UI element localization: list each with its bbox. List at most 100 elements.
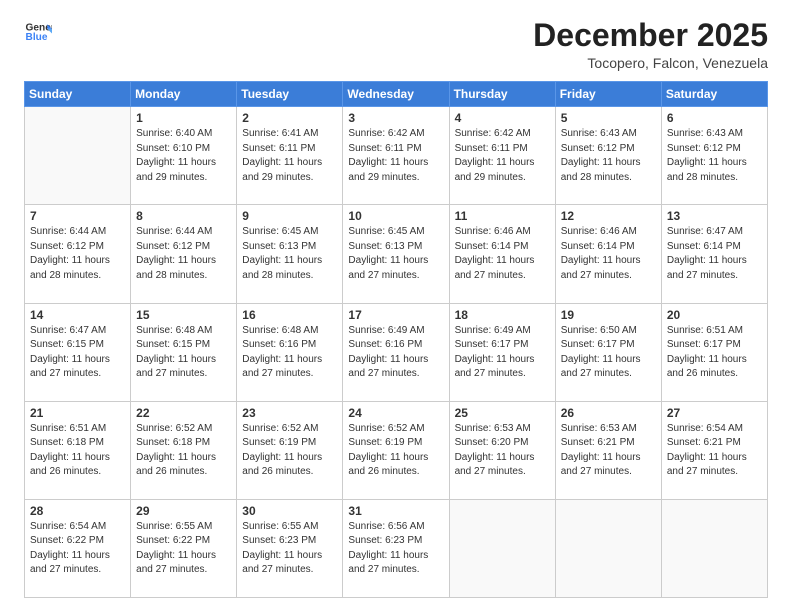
day-number: 2	[242, 111, 337, 125]
day-info: Sunrise: 6:46 AMSunset: 6:14 PMDaylight:…	[455, 225, 550, 283]
day-number: 13	[667, 209, 762, 223]
calendar-cell	[555, 499, 661, 597]
calendar-cell	[25, 107, 131, 205]
calendar-cell: 9 Sunrise: 6:45 AMSunset: 6:13 PMDaylight…	[237, 205, 343, 303]
day-number: 23	[242, 406, 337, 420]
calendar-cell: 6 Sunrise: 6:43 AMSunset: 6:12 PMDaylight…	[661, 107, 767, 205]
day-number: 6	[667, 111, 762, 125]
logo-icon: General Blue	[24, 18, 52, 46]
calendar-cell: 15 Sunrise: 6:48 AMSunset: 6:15 PMDayligh…	[131, 303, 237, 401]
day-info: Sunrise: 6:42 AMSunset: 6:11 PMDaylight:…	[455, 127, 550, 185]
month-title: December 2025	[533, 18, 768, 53]
title-block: December 2025 Tocopero, Falcon, Venezuel…	[533, 18, 768, 71]
day-number: 11	[455, 209, 550, 223]
day-info: Sunrise: 6:51 AMSunset: 6:18 PMDaylight:…	[30, 422, 125, 480]
calendar-cell: 18 Sunrise: 6:49 AMSunset: 6:17 PMDayligh…	[449, 303, 555, 401]
calendar-cell: 11 Sunrise: 6:46 AMSunset: 6:14 PMDayligh…	[449, 205, 555, 303]
calendar-cell: 13 Sunrise: 6:47 AMSunset: 6:14 PMDayligh…	[661, 205, 767, 303]
weekday-header-wednesday: Wednesday	[343, 82, 449, 107]
day-info: Sunrise: 6:54 AMSunset: 6:22 PMDaylight:…	[30, 520, 125, 578]
day-number: 17	[348, 308, 443, 322]
day-info: Sunrise: 6:51 AMSunset: 6:17 PMDaylight:…	[667, 324, 762, 382]
calendar-table: SundayMondayTuesdayWednesdayThursdayFrid…	[24, 81, 768, 598]
day-info: Sunrise: 6:48 AMSunset: 6:16 PMDaylight:…	[242, 324, 337, 382]
day-number: 28	[30, 504, 125, 518]
calendar-cell: 3 Sunrise: 6:42 AMSunset: 6:11 PMDaylight…	[343, 107, 449, 205]
calendar-cell: 27 Sunrise: 6:54 AMSunset: 6:21 PMDayligh…	[661, 401, 767, 499]
day-info: Sunrise: 6:47 AMSunset: 6:14 PMDaylight:…	[667, 225, 762, 283]
calendar-cell: 21 Sunrise: 6:51 AMSunset: 6:18 PMDayligh…	[25, 401, 131, 499]
day-info: Sunrise: 6:45 AMSunset: 6:13 PMDaylight:…	[348, 225, 443, 283]
calendar-cell: 5 Sunrise: 6:43 AMSunset: 6:12 PMDaylight…	[555, 107, 661, 205]
day-number: 19	[561, 308, 656, 322]
calendar-cell: 8Sunrise: 6:44 AMSunset: 6:12 PMDaylight…	[131, 205, 237, 303]
day-info: Sunrise: 6:52 AMSunset: 6:19 PMDaylight:…	[242, 422, 337, 480]
day-info: Sunrise: 6:46 AMSunset: 6:14 PMDaylight:…	[561, 225, 656, 283]
calendar-cell: 25 Sunrise: 6:53 AMSunset: 6:20 PMDayligh…	[449, 401, 555, 499]
day-number: 25	[455, 406, 550, 420]
calendar-cell: 29 Sunrise: 6:55 AMSunset: 6:22 PMDayligh…	[131, 499, 237, 597]
day-number: 12	[561, 209, 656, 223]
day-number: 24	[348, 406, 443, 420]
day-info: Sunrise: 6:42 AMSunset: 6:11 PMDaylight:…	[348, 127, 443, 185]
day-number: 30	[242, 504, 337, 518]
day-info: Sunrise: 6:41 AMSunset: 6:11 PMDaylight:…	[242, 127, 337, 185]
calendar-cell: 24 Sunrise: 6:52 AMSunset: 6:19 PMDayligh…	[343, 401, 449, 499]
day-number: 14	[30, 308, 125, 322]
day-info: Sunrise: 6:45 AMSunset: 6:13 PMDaylight:…	[242, 225, 337, 283]
day-number: 31	[348, 504, 443, 518]
day-info: Sunrise: 6:52 AMSunset: 6:19 PMDaylight:…	[348, 422, 443, 480]
calendar-cell: 17Sunrise: 6:49 AMSunset: 6:16 PMDayligh…	[343, 303, 449, 401]
svg-text:Blue: Blue	[26, 32, 48, 43]
calendar-cell: 30 Sunrise: 6:55 AMSunset: 6:23 PMDayligh…	[237, 499, 343, 597]
day-number: 18	[455, 308, 550, 322]
day-number: 21	[30, 406, 125, 420]
weekday-header-thursday: Thursday	[449, 82, 555, 107]
calendar-cell	[661, 499, 767, 597]
day-number: 27	[667, 406, 762, 420]
day-info: Sunrise: 6:54 AMSunset: 6:21 PMDaylight:…	[667, 422, 762, 480]
day-number: 15	[136, 308, 231, 322]
calendar-cell: 7 Sunrise: 6:44 AMSunset: 6:12 PMDaylight…	[25, 205, 131, 303]
calendar-cell: 10 Sunrise: 6:45 AMSunset: 6:13 PMDayligh…	[343, 205, 449, 303]
day-info: Sunrise: 6:44 AMSunset: 6:12 PMDaylight:…	[30, 225, 125, 283]
day-info: Sunrise: 6:48 AMSunset: 6:15 PMDaylight:…	[136, 324, 231, 382]
day-number: 16	[242, 308, 337, 322]
day-info: Sunrise: 6:49 AMSunset: 6:17 PMDaylight:…	[455, 324, 550, 382]
calendar-cell: 28 Sunrise: 6:54 AMSunset: 6:22 PMDayligh…	[25, 499, 131, 597]
day-number: 9	[242, 209, 337, 223]
day-info: Sunrise: 6:43 AMSunset: 6:12 PMDaylight:…	[561, 127, 656, 185]
calendar-cell: 2 Sunrise: 6:41 AMSunset: 6:11 PMDaylight…	[237, 107, 343, 205]
day-number: 3	[348, 111, 443, 125]
day-number: 22	[136, 406, 231, 420]
calendar-cell: 16 Sunrise: 6:48 AMSunset: 6:16 PMDayligh…	[237, 303, 343, 401]
day-number: 20	[667, 308, 762, 322]
day-info: Sunrise: 6:53 AMSunset: 6:21 PMDaylight:…	[561, 422, 656, 480]
day-info: Sunrise: 6:53 AMSunset: 6:20 PMDaylight:…	[455, 422, 550, 480]
day-info: Sunrise: 6:47 AMSunset: 6:15 PMDaylight:…	[30, 324, 125, 382]
weekday-header-saturday: Saturday	[661, 82, 767, 107]
logo: General Blue	[24, 18, 54, 46]
calendar-cell: 19Sunrise: 6:50 AMSunset: 6:17 PMDayligh…	[555, 303, 661, 401]
calendar-cell: 26 Sunrise: 6:53 AMSunset: 6:21 PMDayligh…	[555, 401, 661, 499]
day-info: Sunrise: 6:55 AMSunset: 6:23 PMDaylight:…	[242, 520, 337, 578]
page: General Blue December 2025 Tocopero, Fal…	[0, 0, 792, 612]
day-number: 7	[30, 209, 125, 223]
calendar-cell: 14 Sunrise: 6:47 AMSunset: 6:15 PMDayligh…	[25, 303, 131, 401]
day-number: 5	[561, 111, 656, 125]
calendar-cell: 12 Sunrise: 6:46 AMSunset: 6:14 PMDayligh…	[555, 205, 661, 303]
day-number: 1	[136, 111, 231, 125]
day-info: Sunrise: 6:55 AMSunset: 6:22 PMDaylight:…	[136, 520, 231, 578]
day-info: Sunrise: 6:52 AMSunset: 6:18 PMDaylight:…	[136, 422, 231, 480]
day-number: 4	[455, 111, 550, 125]
calendar-cell: 4 Sunrise: 6:42 AMSunset: 6:11 PMDaylight…	[449, 107, 555, 205]
day-info: Sunrise: 6:43 AMSunset: 6:12 PMDaylight:…	[667, 127, 762, 185]
location: Tocopero, Falcon, Venezuela	[533, 55, 768, 71]
day-info: Sunrise: 6:40 AMSunset: 6:10 PMDaylight:…	[136, 127, 231, 185]
day-number: 26	[561, 406, 656, 420]
day-number: 10	[348, 209, 443, 223]
day-info: Sunrise: 6:56 AMSunset: 6:23 PMDaylight:…	[348, 520, 443, 578]
calendar-cell	[449, 499, 555, 597]
day-number: 29	[136, 504, 231, 518]
calendar-cell: 1 Sunrise: 6:40 AMSunset: 6:10 PMDaylight…	[131, 107, 237, 205]
